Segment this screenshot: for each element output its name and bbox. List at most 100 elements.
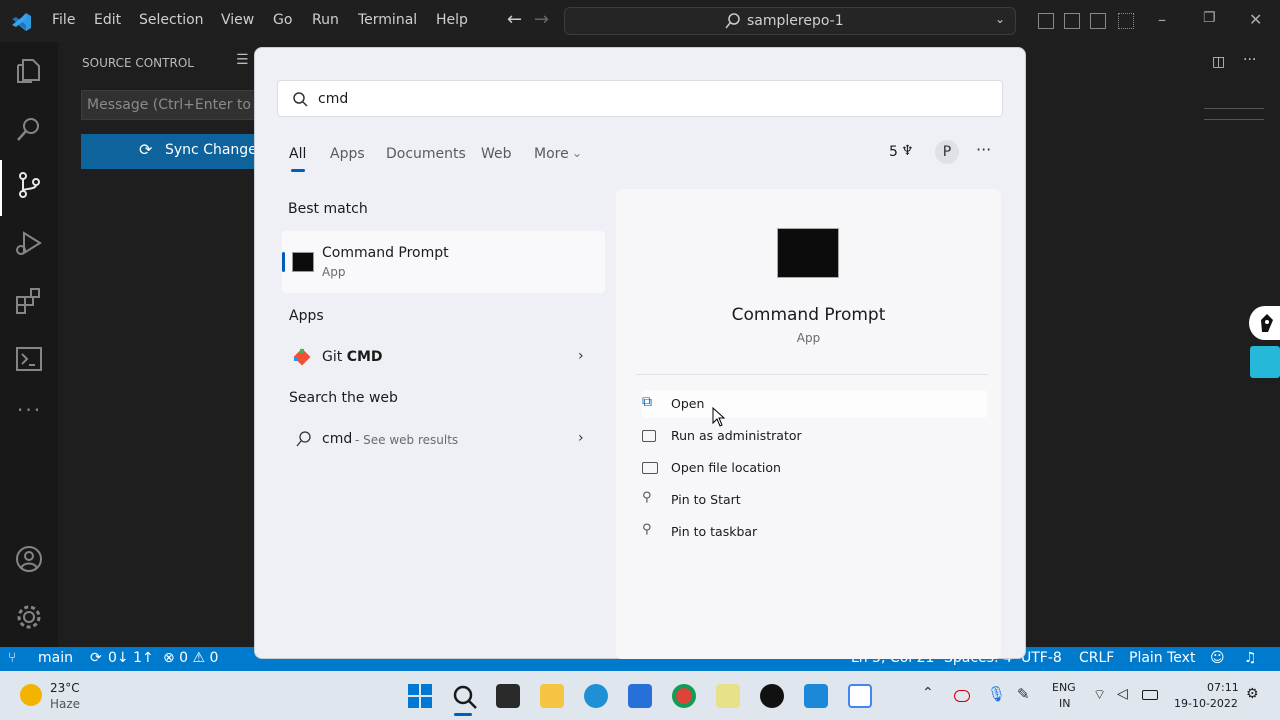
menu-go[interactable]: Go <box>273 12 292 28</box>
commit-message-input[interactable]: Message (Ctrl+Enter to c <box>81 90 263 120</box>
command-center[interactable]: samplerepo-1 ⌄ <box>564 7 1016 35</box>
sync-label: Sync Change <box>165 142 257 158</box>
chevron-down-icon[interactable]: ⌄ <box>572 146 582 160</box>
tab-documents[interactable]: Documents <box>386 146 466 162</box>
toggle-secondary-sidebar-icon[interactable] <box>1090 13 1106 29</box>
search-icon[interactable] <box>14 114 44 144</box>
pen-tray-icon[interactable]: ✎ <box>1017 685 1030 703</box>
clock-date[interactable]: 19-10-2022 <box>1174 697 1238 710</box>
language-code[interactable]: ENG <box>1052 681 1076 694</box>
web-query: cmd <box>322 431 353 447</box>
floating-app-icon[interactable] <box>1250 346 1280 378</box>
weather-condition[interactable]: Haze <box>50 697 80 711</box>
more-icon[interactable]: ··· <box>17 398 42 422</box>
cloud-icon[interactable] <box>954 690 970 702</box>
edge-icon[interactable] <box>584 684 608 708</box>
search-input[interactable]: cmd <box>277 80 1003 117</box>
tab-more[interactable]: More <box>534 146 569 162</box>
weather-icon[interactable] <box>20 684 42 706</box>
tab-apps[interactable]: Apps <box>330 146 365 162</box>
menu-help[interactable]: Help <box>436 12 468 28</box>
toggle-sidebar-icon[interactable] <box>1038 13 1054 29</box>
more-options-icon[interactable]: ··· <box>976 140 991 159</box>
avatar[interactable]: P <box>935 140 959 164</box>
problems-status[interactable]: ⊗ 0 ⚠ 0 <box>163 650 218 666</box>
language-mode[interactable]: Plain Text <box>1129 650 1195 666</box>
trophy-icon[interactable]: ♆ <box>901 143 914 159</box>
task-view-icon[interactable] <box>496 684 520 708</box>
action-run-admin[interactable]: Run as administrator <box>642 422 987 450</box>
git-cmd-bold: CMD <box>346 349 383 365</box>
clock-time[interactable]: 07:11 <box>1207 681 1239 694</box>
account-icon[interactable] <box>14 544 44 574</box>
forward-arrow-icon[interactable]: → <box>534 9 549 30</box>
close-icon[interactable]: ✕ <box>1249 10 1262 29</box>
chevron-down-icon[interactable]: ⌄ <box>995 12 1005 26</box>
wifi-icon[interactable]: ⌔ <box>1093 686 1106 704</box>
explorer-icon[interactable] <box>14 56 44 86</box>
store-icon[interactable] <box>628 684 652 708</box>
view-as-tree-icon[interactable]: ☰ <box>236 52 249 68</box>
chevron-right-icon[interactable]: › <box>578 348 584 364</box>
rewards-points[interactable]: 5 <box>889 144 898 160</box>
web-search-item[interactable]: cmd - See web results › <box>282 422 605 456</box>
restore-icon[interactable]: ❐ <box>1203 10 1216 26</box>
vscode-taskbar-icon[interactable] <box>804 684 828 708</box>
more-actions-icon[interactable]: ··· <box>1243 52 1256 68</box>
customize-layout-icon[interactable] <box>1118 13 1134 29</box>
run-debug-icon[interactable] <box>14 228 44 258</box>
chrome-icon[interactable] <box>672 684 696 708</box>
menu-selection[interactable]: Selection <box>139 12 204 28</box>
branch-label[interactable]: main <box>38 650 73 666</box>
search-taskbar-icon[interactable] <box>452 684 478 710</box>
toggle-panel-icon[interactable] <box>1064 13 1080 29</box>
bell-icon[interactable]: ♫ <box>1244 650 1257 666</box>
weather-temp[interactable]: 23°C <box>50 681 80 695</box>
sync-changes-button[interactable]: ⟳ Sync Change <box>81 134 257 169</box>
chevron-up-icon[interactable]: ⌃ <box>922 685 934 701</box>
start-icon[interactable] <box>408 684 432 708</box>
action-pin-start[interactable]: ⚲ Pin to Start <box>642 486 987 514</box>
panel-title: SOURCE CONTROL <box>82 56 194 70</box>
tab-web[interactable]: Web <box>481 146 512 162</box>
menu-run[interactable]: Run <box>312 12 339 28</box>
action-open[interactable]: ⧉ Open <box>642 390 987 418</box>
action-open-location[interactable]: Open file location <box>642 454 987 482</box>
menu-file[interactable]: File <box>52 12 75 28</box>
back-arrow-icon[interactable]: ← <box>507 9 522 30</box>
feedback-icon[interactable]: ☺ <box>1210 650 1225 666</box>
source-control-panel: SOURCE CONTROL ☰ Message (Ctrl+Enter to … <box>58 42 263 647</box>
floating-pen-icon[interactable] <box>1249 306 1280 340</box>
volume-icon[interactable]: ◁ <box>1117 686 1128 702</box>
tab-all-indicator <box>291 169 305 172</box>
menu-terminal[interactable]: Terminal <box>358 12 417 28</box>
split-editor-icon[interactable]: ◫ <box>1212 54 1225 70</box>
tab-all[interactable]: All <box>289 146 306 162</box>
search-query: cmd <box>318 91 349 107</box>
source-control-icon[interactable] <box>14 170 44 200</box>
best-match-item[interactable]: Command Prompt App <box>282 231 605 293</box>
notes-icon[interactable] <box>716 684 740 708</box>
sync-status[interactable]: 0↓ 1↑ <box>108 650 154 666</box>
encoding[interactable]: UTF-8 <box>1021 650 1062 666</box>
gear-icon[interactable] <box>14 602 44 632</box>
branch-icon[interactable]: ⑂ <box>8 650 16 666</box>
minimize-icon[interactable]: – <box>1158 10 1166 29</box>
notification-icon[interactable]: ⚙ <box>1246 686 1259 702</box>
pen-app-icon[interactable] <box>760 684 784 708</box>
terminal-icon[interactable] <box>14 344 44 374</box>
action-pin-taskbar[interactable]: ⚲ Pin to taskbar <box>642 518 987 546</box>
microphone-icon[interactable]: 🎙 <box>987 685 1006 703</box>
git-cmd-item[interactable]: Git CMD › <box>282 340 605 374</box>
menu-view[interactable]: View <box>221 12 254 28</box>
file-explorer-icon[interactable] <box>540 684 564 708</box>
chevron-right-icon[interactable]: › <box>578 430 584 446</box>
extensions-icon[interactable] <box>14 286 44 316</box>
sync-status-icon[interactable]: ⟳ <box>90 650 102 666</box>
google-icon[interactable] <box>848 684 872 708</box>
line-ending[interactable]: CRLF <box>1079 650 1114 666</box>
git-cmd-prefix: Git <box>322 349 347 365</box>
region-code[interactable]: IN <box>1059 697 1070 710</box>
battery-icon[interactable] <box>1142 690 1158 700</box>
menu-edit[interactable]: Edit <box>94 12 121 28</box>
